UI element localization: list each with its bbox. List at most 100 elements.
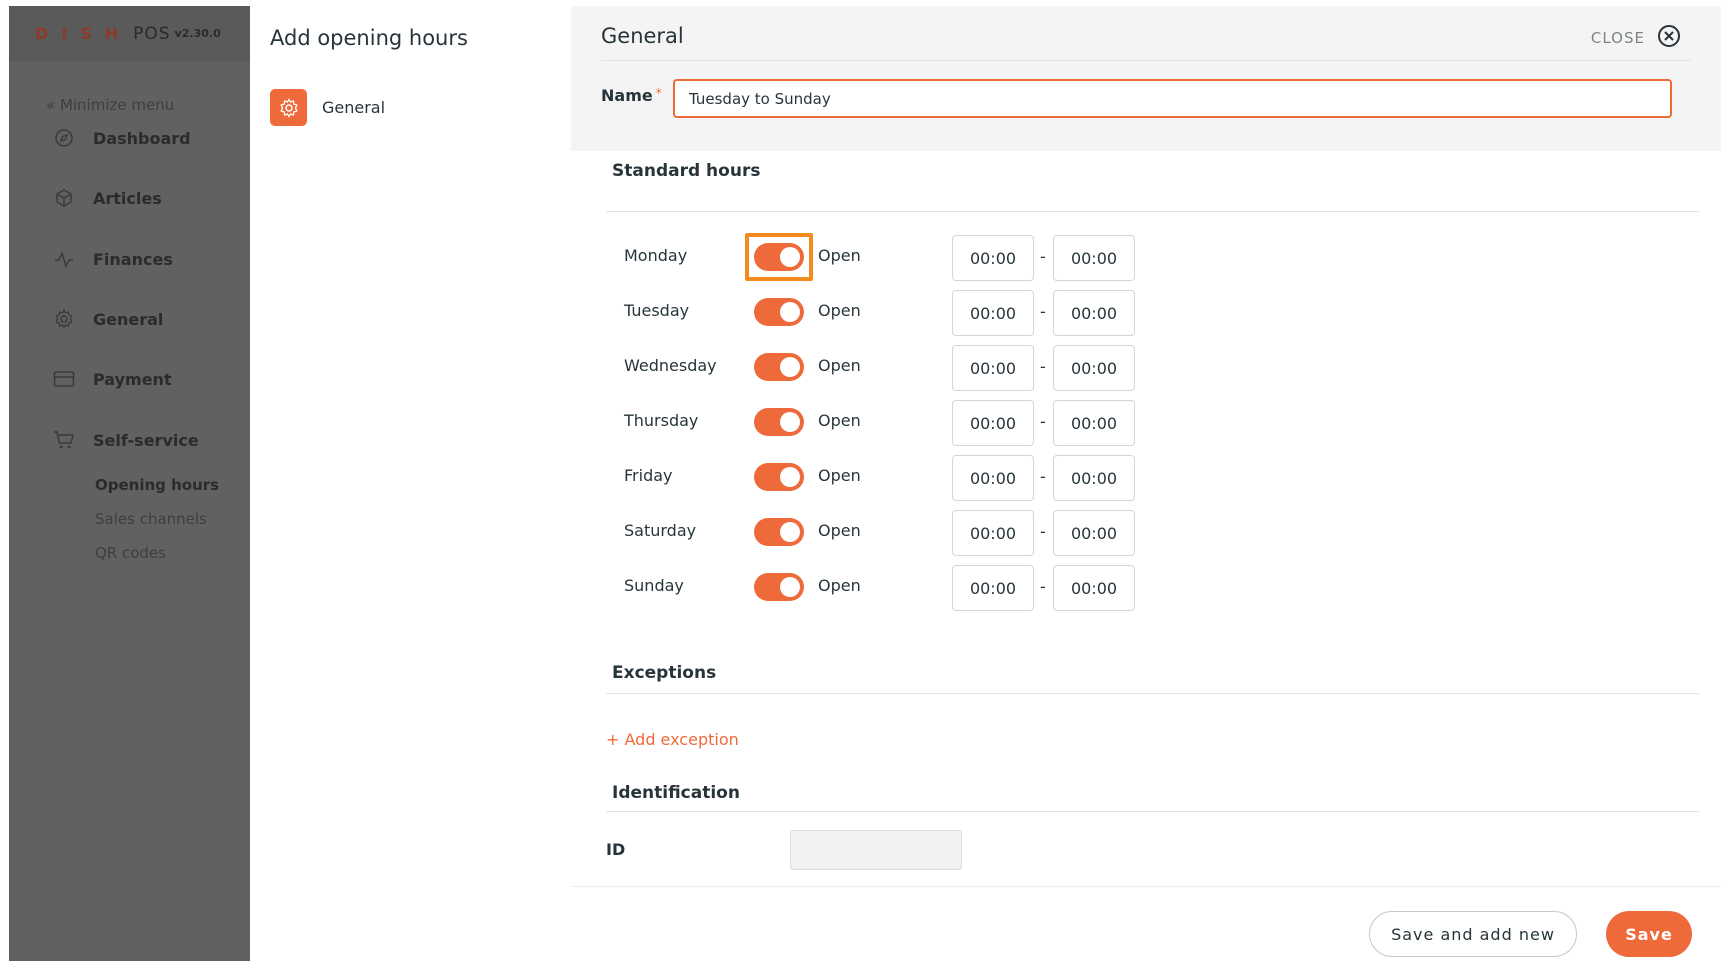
day-row-wednesday: Wednesday Open 00:00-00:00: [571, 343, 1721, 391]
card-icon: [53, 368, 75, 390]
divider: [606, 693, 1699, 694]
save-and-add-new-button[interactable]: Save and add new: [1369, 911, 1577, 957]
name-input[interactable]: [673, 79, 1672, 118]
divider: [606, 211, 1699, 212]
close-label: CLOSE: [1590, 29, 1645, 47]
start-time-input[interactable]: 00:00: [952, 345, 1034, 391]
start-time-input[interactable]: 00:00: [952, 565, 1034, 611]
day-name: Tuesday: [624, 301, 690, 320]
sidebar-item-label: General: [93, 309, 164, 329]
time-separator: -: [1040, 412, 1046, 431]
sidebar-item-dashboard[interactable]: Dashboard: [53, 127, 191, 149]
divider: [601, 60, 1691, 61]
open-toggle[interactable]: [754, 408, 804, 436]
cart-icon: [53, 429, 75, 451]
day-row-saturday: Saturday Open 00:00-00:00: [571, 508, 1721, 556]
time-separator: -: [1040, 247, 1046, 266]
open-toggle[interactable]: [754, 298, 804, 326]
time-separator: -: [1040, 467, 1046, 486]
time-separator: -: [1040, 357, 1046, 376]
form-panel: General CLOSE Name* Standard hours Monda…: [571, 6, 1721, 961]
toggle-knob: [780, 412, 800, 432]
end-time-input[interactable]: 00:00: [1053, 510, 1135, 556]
identification-title: Identification: [612, 783, 740, 803]
day-name: Friday: [624, 466, 673, 485]
sidebar-item-general[interactable]: General: [53, 308, 163, 330]
open-toggle[interactable]: [754, 518, 804, 546]
app-version: v2.30.0: [174, 27, 221, 40]
open-status-label: Open: [818, 356, 861, 375]
form-title: Add opening hours: [270, 26, 468, 50]
sidebar-item-self-service[interactable]: Self-service: [53, 429, 199, 451]
form-footer: Save and add new Save: [571, 886, 1721, 961]
toggle-knob: [780, 302, 800, 322]
add-exception-link[interactable]: + Add exception: [606, 730, 739, 749]
logo: DISH POS v2.30.0: [9, 6, 250, 61]
form-section-general[interactable]: General: [270, 89, 385, 126]
start-time-input[interactable]: 00:00: [952, 235, 1034, 281]
sidebar-subitem-qr-codes[interactable]: QR codes: [95, 544, 166, 562]
form-section-label: General: [322, 98, 386, 117]
open-status-label: Open: [818, 411, 861, 430]
time-separator: -: [1040, 522, 1046, 541]
start-time-input[interactable]: 00:00: [952, 455, 1034, 501]
minimize-menu-button[interactable]: « Minimize menu: [46, 96, 174, 114]
id-label: ID: [606, 840, 626, 859]
sidebar-item-label: Finances: [93, 249, 173, 269]
name-label-text: Name: [601, 86, 653, 105]
day-name: Sunday: [624, 576, 684, 595]
logo-pos: POS: [133, 23, 171, 44]
sidebar-item-articles[interactable]: Articles: [53, 187, 162, 209]
required-asterisk: *: [655, 86, 662, 100]
close-button[interactable]: CLOSE: [1591, 24, 1681, 52]
panel-title: General: [601, 24, 684, 48]
name-label: Name *: [601, 86, 662, 105]
end-time-input[interactable]: 00:00: [1053, 290, 1135, 336]
sidebar-item-label: Dashboard: [93, 128, 191, 148]
toggle-knob: [780, 577, 800, 597]
start-time-input[interactable]: 00:00: [952, 510, 1034, 556]
open-toggle[interactable]: [754, 243, 804, 271]
form-header: General CLOSE Name *: [571, 6, 1721, 151]
standard-hours-title: Standard hours: [612, 161, 761, 181]
day-row-friday: Friday Open 00:00-00:00: [571, 453, 1721, 501]
open-status-label: Open: [818, 576, 861, 595]
open-toggle[interactable]: [754, 463, 804, 491]
open-status-label: Open: [818, 246, 861, 265]
sidebar-subitem-opening-hours[interactable]: Opening hours: [95, 476, 219, 494]
day-row-thursday: Thursday Open 00:00-00:00: [571, 398, 1721, 446]
form-navigation-panel: Add opening hours General: [250, 6, 571, 961]
day-name: Monday: [624, 246, 688, 265]
sidebar-subitem-sales-channels[interactable]: Sales channels: [95, 510, 207, 528]
open-status-label: Open: [818, 301, 861, 320]
end-time-input[interactable]: 00:00: [1053, 455, 1135, 501]
id-field: [790, 830, 962, 870]
time-separator: -: [1040, 577, 1046, 596]
end-time-input[interactable]: 00:00: [1053, 400, 1135, 446]
toggle-knob: [780, 467, 800, 487]
sidebar-item-label: Self-service: [93, 430, 199, 450]
divider: [606, 811, 1699, 812]
save-button[interactable]: Save: [1606, 911, 1692, 957]
exceptions-title: Exceptions: [612, 663, 717, 683]
toggle-knob: [780, 357, 800, 377]
logo-letters: DISH: [35, 24, 132, 43]
end-time-input[interactable]: 00:00: [1053, 345, 1135, 391]
start-time-input[interactable]: 00:00: [952, 290, 1034, 336]
sidebar-item-finances[interactable]: Finances: [53, 248, 173, 270]
day-row-monday: Monday Open 00:00-00:00: [571, 233, 1721, 281]
end-time-input[interactable]: 00:00: [1053, 565, 1135, 611]
sidebar-item-label: Articles: [93, 188, 162, 208]
open-toggle[interactable]: [754, 573, 804, 601]
sidebar-item-payment[interactable]: Payment: [53, 368, 172, 390]
gear-icon: [270, 89, 307, 126]
end-time-input[interactable]: 00:00: [1053, 235, 1135, 281]
start-time-input[interactable]: 00:00: [952, 400, 1034, 446]
toggle-knob: [780, 247, 800, 267]
open-toggle[interactable]: [754, 353, 804, 381]
day-name: Thursday: [624, 411, 699, 430]
compass-icon: [53, 127, 75, 149]
toggle-knob: [780, 522, 800, 542]
day-row-tuesday: Tuesday Open 00:00-00:00: [571, 288, 1721, 336]
day-name: Wednesday: [624, 356, 717, 375]
